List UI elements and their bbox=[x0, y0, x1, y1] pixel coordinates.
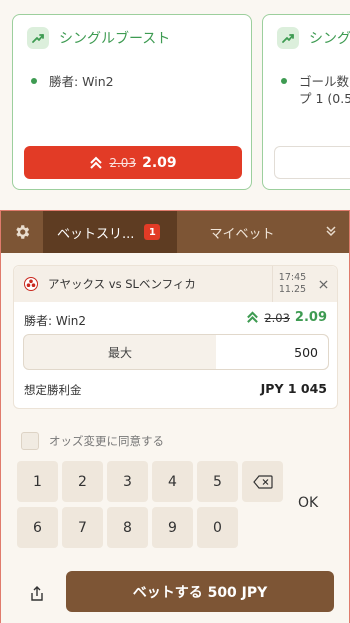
old-odds: 2.03 bbox=[109, 155, 137, 170]
stake-row: 最大 500 bbox=[23, 334, 329, 370]
share-button[interactable] bbox=[27, 584, 47, 604]
boost-selection: 勝者: Win2 bbox=[31, 73, 114, 90]
max-stake-button[interactable]: 最大 bbox=[24, 335, 216, 369]
accept-odds-change[interactable]: オッズ変更に同意する bbox=[21, 432, 164, 450]
ok-button[interactable]: OK bbox=[298, 495, 318, 511]
bet-card: アヤックス vs SLベンフィカ 17:45 11.25 勝者: Win2 2.… bbox=[13, 265, 338, 409]
key-7[interactable]: 7 bbox=[62, 507, 103, 548]
bet-card-header: アヤックス vs SLベンフィカ 17:45 11.25 bbox=[14, 266, 337, 302]
potential-win-value: JPY 1 045 bbox=[260, 381, 327, 396]
bullet-icon bbox=[281, 78, 287, 84]
boost-card[interactable]: シングル ゴール数プ 1 (0.5 bbox=[262, 14, 350, 190]
new-odds: 2.09 bbox=[142, 154, 177, 171]
tab-mybets[interactable]: マイベット bbox=[177, 211, 307, 253]
team-logo-icon bbox=[24, 277, 38, 291]
boost-selection: ゴール数プ 1 (0.5 bbox=[281, 73, 350, 107]
key-8[interactable]: 8 bbox=[107, 507, 148, 548]
match-title: アヤックス vs SLベンフィカ bbox=[48, 277, 196, 291]
collapse-button[interactable] bbox=[323, 223, 339, 239]
bet-selection: 勝者: Win2 bbox=[24, 314, 87, 328]
bet-slip-tabs: ベットスリ... 1 マイベット bbox=[1, 211, 349, 253]
close-icon bbox=[318, 279, 328, 289]
gear-icon bbox=[16, 225, 30, 239]
bet-slip-panel: ベットスリ... 1 マイベット アヤックス vs SLベンフィカ 17:45 … bbox=[0, 210, 350, 623]
tab-betslip-label: ベットスリ... bbox=[57, 226, 135, 242]
boost-odds-button[interactable] bbox=[274, 146, 350, 179]
key-3[interactable]: 3 bbox=[107, 461, 148, 502]
double-chevron-up-icon bbox=[90, 156, 103, 169]
potential-win-label: 想定勝利金 bbox=[24, 383, 82, 397]
backspace-icon bbox=[252, 474, 273, 489]
accept-odds-checkbox[interactable] bbox=[21, 432, 39, 450]
boost-title: シングル bbox=[309, 31, 350, 47]
boost-selection-text: ゴール数プ 1 (0.5 bbox=[299, 74, 350, 106]
tab-betslip[interactable]: ベットスリ... 1 bbox=[43, 211, 177, 253]
key-9[interactable]: 9 bbox=[152, 507, 193, 548]
boost-odds-button[interactable]: 2.03 2.09 bbox=[24, 146, 242, 179]
key-5[interactable]: 5 bbox=[197, 461, 238, 502]
numeric-keypad: 1 2 3 4 5 6 7 8 9 0 OK bbox=[17, 461, 337, 551]
key-6[interactable]: 6 bbox=[17, 507, 58, 548]
settings-button[interactable] bbox=[1, 211, 43, 253]
old-odds: 2.03 bbox=[264, 310, 290, 325]
boost-card-header: シングルブースト bbox=[27, 27, 170, 49]
bet-odds: 2.03 2.09 bbox=[246, 310, 327, 325]
boost-selection-text: 勝者: Win2 bbox=[49, 74, 114, 89]
new-odds: 2.09 bbox=[294, 310, 327, 325]
match-time: 17:45 11.25 bbox=[272, 266, 312, 302]
boost-title: シングルブースト bbox=[59, 31, 171, 47]
accept-odds-label: オッズ変更に同意する bbox=[49, 434, 164, 448]
place-bet-button[interactable]: ベットする 500 JPY bbox=[66, 571, 334, 612]
double-chevron-up-icon bbox=[247, 311, 259, 323]
key-0[interactable]: 0 bbox=[197, 507, 238, 548]
bullet-icon bbox=[31, 78, 37, 84]
key-1[interactable]: 1 bbox=[17, 461, 58, 502]
double-chevron-down-icon bbox=[326, 226, 336, 237]
key-2[interactable]: 2 bbox=[62, 461, 103, 502]
boost-card-header: シングル bbox=[277, 27, 350, 49]
key-4[interactable]: 4 bbox=[152, 461, 193, 502]
boost-carousel: シングルブースト 勝者: Win2 2.03 2.09 シングル ゴール数プ 1… bbox=[0, 0, 350, 210]
share-icon bbox=[31, 586, 43, 601]
backspace-key[interactable] bbox=[242, 461, 283, 502]
remove-bet-button[interactable] bbox=[315, 276, 331, 292]
bet-slip-footer: ベットする 500 JPY bbox=[1, 566, 349, 623]
boost-card[interactable]: シングルブースト 勝者: Win2 2.03 2.09 bbox=[12, 14, 252, 190]
trend-up-icon bbox=[27, 27, 49, 49]
trend-up-icon bbox=[277, 27, 299, 49]
stake-input[interactable]: 500 bbox=[216, 335, 328, 369]
tab-mybets-label: マイベット bbox=[209, 226, 275, 242]
betslip-count-badge: 1 bbox=[144, 224, 161, 240]
